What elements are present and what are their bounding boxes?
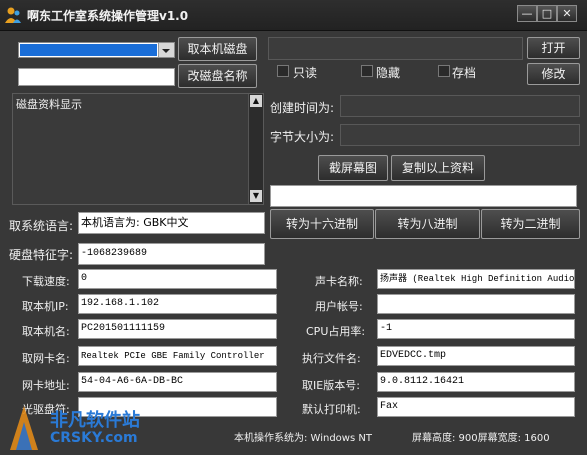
byte-size-field [340, 124, 580, 146]
cpu-usage-label: CPU占用率: [306, 325, 366, 338]
byte-size-label: 字节大小为: [270, 130, 335, 144]
watermark-line1: 非凡软件站 [50, 410, 140, 431]
hostname-field[interactable]: PC201501111159 [78, 319, 277, 339]
scroll-down-icon[interactable]: ▼ [250, 190, 262, 202]
hidden-checkbox[interactable] [361, 65, 373, 77]
user-account-field[interactable] [377, 294, 575, 314]
ie-version-field[interactable]: 9.0.8112.16421 [377, 372, 575, 392]
maximize-button[interactable]: □ [537, 5, 557, 22]
readonly-checkbox[interactable] [277, 65, 289, 77]
dropdown-button[interactable] [158, 43, 174, 57]
to-binary-button[interactable]: 转为二进制 [481, 209, 580, 239]
ip-field[interactable]: 192.168.1.102 [78, 294, 277, 314]
screen-size-status: 屏幕高度: 900屏幕宽度: 1600 [412, 433, 550, 444]
disk-info-area[interactable]: 磁盘资料显示 ▲ ▼ [12, 93, 264, 205]
mac-address-field[interactable]: 54-04-A6-6A-DB-BC [78, 372, 277, 392]
sound-card-label: 声卡名称: [315, 275, 363, 288]
ip-label: 取本机IP: [22, 300, 69, 313]
disk-serial-label: 硬盘特征字: [9, 248, 74, 262]
readonly-label: 只读 [293, 66, 318, 80]
cpu-usage-field[interactable]: -1 [377, 319, 575, 339]
mac-address-label: 网卡地址: [22, 379, 70, 392]
scroll-up-icon[interactable]: ▲ [250, 95, 262, 107]
language-field[interactable]: 本机语言为: GBK中文 [78, 212, 265, 234]
open-button[interactable]: 打开 [527, 37, 580, 59]
chevron-down-icon [162, 49, 170, 53]
disk-info-label: 磁盘资料显示 [16, 98, 82, 111]
nic-name-label: 取网卡名: [22, 352, 70, 365]
archive-checkbox[interactable] [438, 65, 450, 77]
disk-serial-field[interactable]: -1068239689 [78, 243, 265, 265]
os-status: 本机操作系统为: Windows NT [234, 433, 372, 444]
modify-button[interactable]: 修改 [527, 63, 580, 85]
scrollbar[interactable]: ▲ ▼ [248, 94, 263, 204]
download-speed-label: 下载速度: [22, 275, 70, 288]
created-time-field [340, 95, 580, 117]
sound-card-field[interactable]: 扬声器 (Realtek High Definition Audio) [377, 269, 575, 289]
exe-name-field[interactable]: EDVEDCC.tmp [377, 346, 575, 366]
ie-version-label: 取IE版本号: [302, 379, 360, 392]
to-octal-button[interactable]: 转为八进制 [375, 209, 480, 239]
default-printer-label: 默认打印机: [302, 403, 361, 416]
exe-name-label: 执行文件名: [302, 352, 361, 365]
download-speed-field[interactable]: 0 [78, 269, 277, 289]
created-time-label: 创建时间为: [270, 101, 335, 115]
disk-select-highlight [20, 44, 157, 56]
language-label: 取系统语言: [9, 219, 74, 233]
file-path-field[interactable] [268, 37, 523, 60]
screenshot-button[interactable]: 截屏幕图 [318, 155, 388, 181]
hidden-label: 隐藏 [376, 66, 401, 80]
archive-label: 存档 [452, 66, 477, 80]
hostname-label: 取本机名: [22, 325, 70, 338]
app-icon [5, 7, 21, 23]
copy-info-button[interactable]: 复制以上资料 [391, 155, 485, 181]
user-account-label: 用户帐号: [315, 300, 363, 313]
default-printer-field[interactable]: Fax [377, 397, 575, 417]
rename-disk-button[interactable]: 改磁盘名称 [178, 64, 257, 88]
disk-name-input[interactable] [18, 68, 175, 86]
title-bar: 啊东工作室系统操作管理v1.0 — □ ✕ [0, 0, 587, 31]
watermark-logo: 非凡软件站 CRSKY.com [0, 402, 170, 455]
converted-output-field[interactable] [270, 185, 577, 207]
to-hex-button[interactable]: 转为十六进制 [270, 209, 374, 239]
get-disk-button[interactable]: 取本机磁盘 [178, 37, 257, 61]
close-button[interactable]: ✕ [557, 5, 577, 22]
watermark-line2: CRSKY.com [50, 430, 138, 446]
disk-select[interactable] [18, 42, 175, 58]
logo-mark-icon [10, 406, 38, 450]
app-window: 啊东工作室系统操作管理v1.0 — □ ✕ 取本机磁盘 改磁盘名称 磁盘资料显示… [0, 0, 587, 455]
nic-name-field[interactable]: Realtek PCIe GBE Family Controller [78, 346, 277, 366]
minimize-button[interactable]: — [517, 5, 537, 22]
window-title: 啊东工作室系统操作管理v1.0 [27, 9, 189, 23]
